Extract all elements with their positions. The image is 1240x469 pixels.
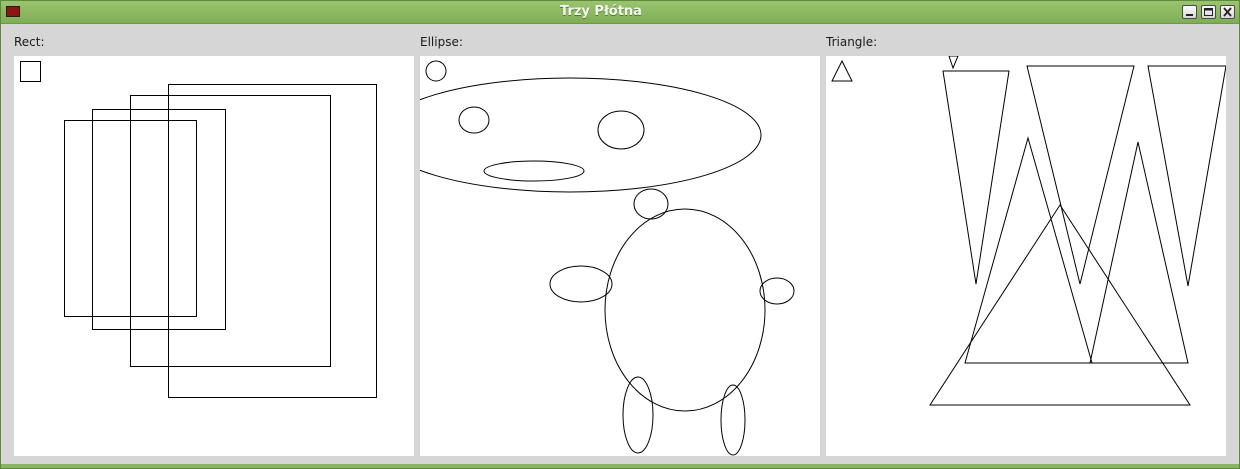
drawn-ellipse [759,277,795,305]
drawn-triangle [942,70,1010,285]
window-bottom-border [1,464,1239,468]
rect-canvas[interactable] [14,56,414,456]
drawn-ellipse [622,376,654,454]
window-title: Trzy Płótna [560,4,642,19]
drawn-ellipse [420,77,762,193]
drawn-ellipse [549,265,613,303]
ellipse-canvas[interactable] [420,56,820,456]
drawn-rectangle [130,95,331,367]
ellipse-panel-label: Ellipse: [420,35,463,49]
minimize-icon [1186,14,1193,16]
close-button[interactable] [1220,5,1235,19]
drawn-ellipse [720,384,746,456]
drawn-ellipse [597,110,645,150]
minimize-button[interactable] [1182,5,1197,19]
drawn-triangle [1089,141,1189,364]
triangle-shape-icon [831,59,853,82]
maximize-icon [1204,8,1213,16]
rect-shape-icon [20,61,41,82]
drawn-triangle [964,136,1093,364]
rect-panel-label: Rect: [14,35,45,49]
ellipse-shape-icon [425,60,447,82]
drawn-ellipse [604,208,766,412]
drawn-rectangle [92,109,226,330]
title-bar[interactable]: Trzy Płótna [1,1,1239,24]
drawn-triangle [929,204,1191,406]
drawn-triangle [948,56,959,70]
drawn-ellipse [483,160,585,182]
triangle-canvas[interactable] [826,56,1226,456]
drawn-rectangle [168,84,377,398]
triangle-panel-label: Triangle: [826,35,878,49]
drawn-ellipse [633,188,669,220]
close-icon [1223,7,1232,17]
drawn-triangle [1147,65,1226,287]
maximize-button[interactable] [1201,5,1216,19]
drawn-triangle [1026,65,1135,285]
application-window: Trzy Płótna Rect: Ellipse: Triangle: [0,0,1240,469]
drawn-ellipse [458,106,490,134]
